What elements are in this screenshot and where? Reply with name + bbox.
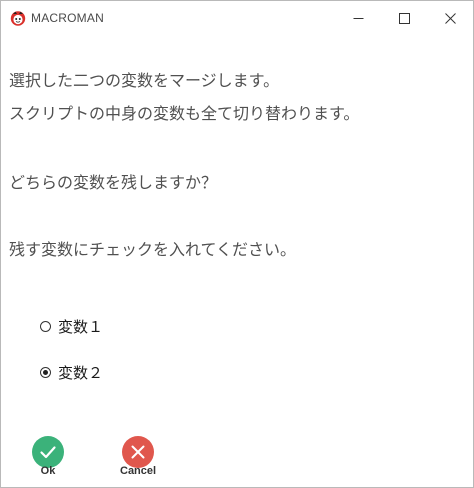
close-icon bbox=[444, 9, 456, 28]
maximize-icon bbox=[398, 9, 410, 28]
message-line-3: どちらの変数を残しますか？ bbox=[9, 173, 218, 192]
check-icon bbox=[32, 436, 64, 468]
radio-button-unchecked[interactable] bbox=[40, 321, 51, 332]
dialog-window: MACROMAN 選択した二つの変数をマージします。 スクリプトの中身の変数も全… bbox=[0, 0, 474, 488]
x-icon bbox=[122, 436, 155, 468]
radio-option-variable-1[interactable]: 変数１ bbox=[40, 316, 103, 337]
radio-label: 変数１ bbox=[58, 318, 104, 336]
minimize-icon bbox=[353, 9, 364, 28]
ok-label: Ok bbox=[40, 465, 56, 477]
cancel-label: Cancel bbox=[120, 465, 157, 477]
title-bar[interactable]: MACROMAN bbox=[1, 1, 473, 35]
radio-label: 変数２ bbox=[58, 364, 104, 382]
maximize-button[interactable] bbox=[381, 1, 427, 35]
message-line-2: スクリプトの中身の変数も全て切り替わります。 bbox=[9, 104, 360, 123]
window-title: MACROMAN bbox=[31, 11, 104, 25]
radio-button-checked[interactable] bbox=[40, 367, 51, 378]
close-button[interactable] bbox=[427, 1, 473, 35]
radio-option-variable-2[interactable]: 変数２ bbox=[40, 362, 103, 383]
minimize-button[interactable] bbox=[335, 1, 381, 35]
app-logo-icon bbox=[10, 10, 26, 26]
message-line-4: 残す変数にチェックを入れてください。 bbox=[9, 240, 297, 259]
cancel-button[interactable]: Cancel bbox=[120, 436, 156, 477]
message-line-1: 選択した二つの変数をマージします。 bbox=[9, 71, 280, 90]
ok-button[interactable]: Ok bbox=[32, 436, 64, 477]
